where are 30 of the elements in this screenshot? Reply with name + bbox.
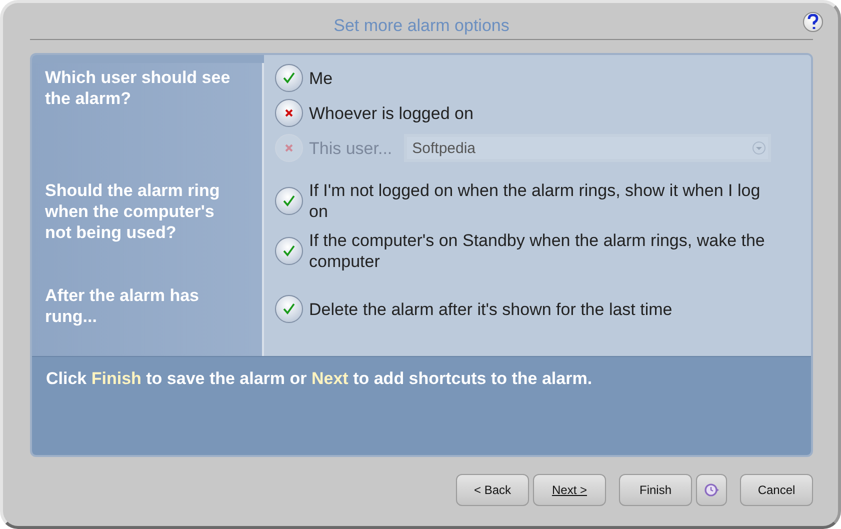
window-title: Set more alarm options bbox=[334, 16, 510, 37]
question-text: Which user should see the alarm? bbox=[45, 68, 230, 108]
option-label: Whoever is logged on bbox=[309, 102, 474, 124]
check-icon bbox=[282, 302, 296, 316]
option-label: This user... bbox=[309, 138, 392, 158]
check-icon bbox=[282, 244, 296, 258]
question-mark-icon bbox=[806, 14, 820, 30]
alarm-button[interactable] bbox=[696, 474, 727, 506]
cross-icon bbox=[285, 144, 293, 152]
dialog-button[interactable]: Finish bbox=[619, 474, 692, 506]
cross-icon bbox=[285, 109, 293, 117]
radio-button[interactable] bbox=[275, 295, 303, 323]
dialog-button[interactable]: Next > bbox=[533, 474, 606, 506]
question-text: Should the alarm ring when the computer's not being used? bbox=[45, 181, 220, 242]
clock-icon bbox=[704, 483, 720, 497]
option-label: Delete the alarm after it's shown for the last time bbox=[309, 298, 672, 320]
dialog-button[interactable]: Cancel bbox=[740, 474, 813, 506]
check-icon bbox=[282, 71, 296, 85]
dialog-button[interactable]: < Back bbox=[456, 474, 529, 506]
radio-button[interactable] bbox=[275, 237, 303, 265]
instruction-text: Click Finish to save the alarm or Next to add shortcuts to the alarm. bbox=[46, 369, 592, 388]
option-label: If I'm not logged on when the alarm rings, show it when I log on bbox=[309, 180, 762, 222]
option-label: Me bbox=[309, 68, 333, 88]
radio-button[interactable] bbox=[275, 187, 303, 215]
radio-button[interactable] bbox=[275, 64, 303, 92]
radio-button[interactable] bbox=[275, 99, 303, 127]
question-text: After the alarm has rung... bbox=[45, 286, 199, 326]
help-button[interactable] bbox=[803, 12, 823, 32]
option-label: If the computer's on Standby when the alarm rings, wake the computer bbox=[309, 230, 766, 272]
check-icon bbox=[282, 194, 296, 208]
